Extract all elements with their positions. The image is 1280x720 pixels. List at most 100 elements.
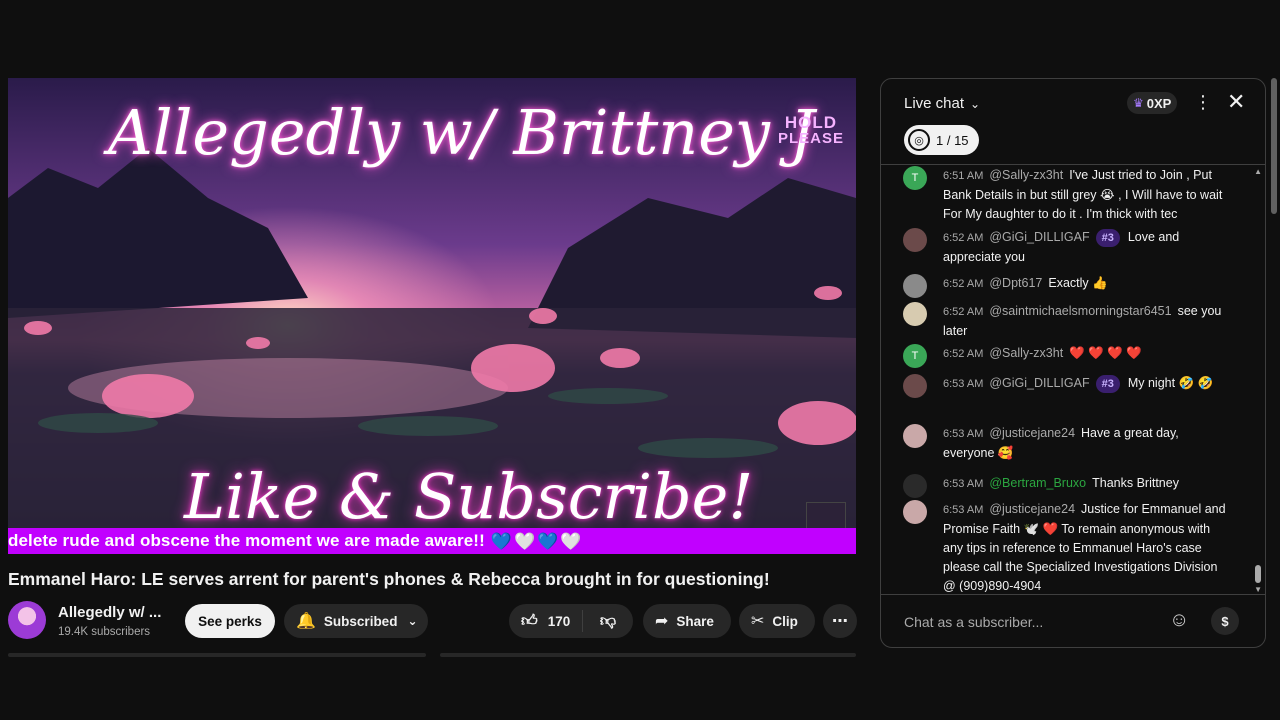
member-badge: #3 — [1095, 375, 1120, 393]
author-name[interactable]: @justicejane24 — [989, 426, 1075, 440]
more-horizontal-icon: ⋯ — [832, 613, 848, 630]
message-text: ❤️ ❤️ ❤️ ❤️ — [1069, 346, 1142, 360]
video-title: Emmanel Haro: LE serves arrent for paren… — [8, 569, 770, 589]
chat-title: Live chat — [904, 95, 965, 112]
author-name[interactable]: @Sally-zx3ht — [989, 168, 1063, 182]
scissors-icon: ✂ — [751, 613, 765, 630]
avatar[interactable] — [903, 302, 927, 326]
super-chat-icon[interactable]: $ — [1211, 607, 1239, 635]
heart-icon: 🤍 — [514, 531, 536, 551]
timestamp: 6:53 AM — [943, 478, 984, 490]
message-text: Justice for Emmanuel and Promise Faith 🕊… — [943, 502, 1226, 592]
chat-message: T 6:52 AM @Sally-zx3ht ❤️ ❤️ ❤️ ❤️ — [903, 344, 1233, 368]
timestamp: 6:52 AM — [943, 348, 984, 360]
author-name[interactable]: @saintmichaelsmorningstar6451 — [989, 304, 1171, 318]
channel-row: Allegedly w/ ... 19.4K subscribers See p… — [8, 601, 858, 641]
subscribed-label: Subscribed — [323, 613, 398, 629]
see-perks-button[interactable]: See perks — [185, 604, 275, 638]
target-icon: ◎ — [908, 129, 930, 151]
message-text: Exactly 👍 — [1048, 276, 1108, 290]
like-button[interactable]: 👍︎ 170 — [509, 610, 583, 632]
avatar[interactable]: T — [903, 166, 927, 190]
avatar[interactable] — [903, 474, 927, 498]
share-label: Share — [676, 613, 714, 629]
author-name[interactable]: @Bertram_Bruxo — [989, 476, 1086, 490]
hold-line-2: PLEASE — [777, 130, 844, 147]
chevron-down-icon: ⌄ — [970, 96, 981, 111]
ticker-hearts: 💙 🤍 💙 🤍 — [491, 533, 582, 550]
chat-message: 6:53 AM @justicejane24 Have a great day, e… — [903, 424, 1233, 463]
ticker-banner: delete rude and obscene the moment we ar… — [8, 528, 856, 554]
bell-icon: 🔔 — [296, 613, 316, 630]
heart-icon: 🤍 — [560, 531, 582, 551]
recommendation-edge — [440, 653, 856, 657]
chat-message: 6:53 AM @GiGi_DILLIGAF #3 My night 🤣 🤣 — [903, 374, 1233, 398]
author-name[interactable]: @Sally-zx3ht — [989, 346, 1063, 360]
avatar[interactable] — [903, 424, 927, 448]
scroll-down-icon[interactable]: ▼ — [1254, 585, 1262, 594]
avatar[interactable] — [903, 374, 927, 398]
timestamp: 6:53 AM — [943, 428, 984, 440]
like-count: 170 — [547, 613, 571, 629]
message-text: My night 🤣 🤣 — [1127, 376, 1214, 390]
crown-icon: ♛ — [1133, 96, 1144, 110]
share-button[interactable]: ➦ Share — [643, 604, 731, 638]
member-badge: #3 — [1095, 229, 1120, 247]
close-icon[interactable]: ✕ — [1227, 89, 1245, 115]
chat-messages: T 6:51 AM @Sally-zx3ht I've Just tried to … — [881, 166, 1265, 592]
avatar[interactable] — [903, 274, 927, 298]
author-name[interactable]: @Dpt617 — [989, 276, 1042, 290]
overlay-title: Allegedly w/ Brittney J — [108, 96, 815, 169]
clip-label: Clip — [772, 613, 798, 629]
timestamp: 6:53 AM — [943, 378, 984, 390]
live-chat-panel: Live chat ⌄ ♛ 0XP ⋮ ✕ ◎ 1 / 15 T 6:51 AM… — [880, 78, 1266, 648]
avatar[interactable] — [903, 500, 927, 524]
chat-message: 6:53 AM @justicejane24 Justice for Emmanue… — [903, 500, 1233, 592]
message-text: I've Just tried to Join , Put Bank Detai… — [943, 168, 1223, 221]
dislike-button[interactable]: 👎︎ — [583, 612, 633, 631]
timestamp: 6:51 AM — [943, 170, 984, 182]
more-actions-button[interactable]: ⋯ — [823, 604, 857, 638]
chat-scrollbar[interactable] — [1255, 175, 1261, 583]
hold-please-badge: HOLD PLEASE — [778, 114, 844, 146]
chat-message: 6:52 AM @Dpt617 Exactly 👍 — [903, 274, 1233, 298]
scroll-thumb[interactable] — [1255, 565, 1261, 583]
author-name[interactable]: @GiGi_DILLIGAF — [989, 230, 1089, 244]
message-text: Thanks Brittney — [1092, 476, 1179, 490]
chevron-down-icon: ⌄ — [407, 614, 418, 628]
video-player[interactable]: Allegedly w/ Brittney J HOLD PLEASE Like… — [8, 78, 856, 554]
page-scroll-thumb[interactable] — [1271, 78, 1277, 214]
author-name[interactable]: @justicejane24 — [989, 502, 1075, 516]
thumbs-down-icon: 👎︎ — [599, 612, 617, 630]
chat-message: 6:53 AM @Bertram_Bruxo Thanks Brittney — [903, 474, 1233, 498]
poll-progress: 1 / 15 — [936, 132, 969, 148]
avatar[interactable]: T — [903, 344, 927, 368]
xp-value: 0XP — [1146, 95, 1172, 111]
clip-button[interactable]: ✂ Clip — [739, 604, 815, 638]
channel-name[interactable]: Allegedly w/ ... — [58, 604, 161, 621]
chat-input[interactable] — [904, 608, 1198, 636]
ticker-text: delete rude and obscene the moment we ar… — [8, 531, 485, 550]
timestamp: 6:52 AM — [943, 278, 984, 290]
chat-header: Live chat ⌄ ♛ 0XP ⋮ ✕ ◎ 1 / 15 — [881, 79, 1265, 165]
page-scrollbar[interactable] — [1268, 0, 1280, 720]
subscriber-count: 19.4K subscribers — [58, 626, 151, 638]
like-subscribe-overlay: Like & Subscribe! — [184, 460, 754, 533]
chat-message: T 6:51 AM @Sally-zx3ht I've Just tried to … — [903, 166, 1233, 224]
chat-mode-dropdown[interactable]: Live chat ⌄ — [904, 95, 980, 112]
avatar[interactable] — [903, 228, 927, 252]
description-box-edge — [8, 653, 426, 657]
channel-avatar[interactable] — [8, 601, 46, 639]
poll-progress-pill[interactable]: ◎ 1 / 15 — [904, 125, 979, 155]
chat-input-bar: ☺ $ — [881, 594, 1265, 647]
heart-icon: 💙 — [537, 531, 559, 551]
timestamp: 6:52 AM — [943, 306, 984, 318]
more-vertical-icon[interactable]: ⋮ — [1194, 92, 1212, 113]
subscribed-button[interactable]: 🔔 Subscribed ⌄ — [284, 604, 428, 638]
author-name[interactable]: @GiGi_DILLIGAF — [989, 376, 1089, 390]
timestamp: 6:53 AM — [943, 504, 984, 516]
xp-badge[interactable]: ♛ 0XP — [1127, 92, 1178, 114]
emoji-icon[interactable]: ☺ — [1169, 609, 1189, 632]
chat-message: 6:52 AM @GiGi_DILLIGAF #3 Love and apprecia… — [903, 228, 1233, 267]
chat-message: 6:52 AM @saintmichaelsmorningstar6451 see … — [903, 302, 1233, 341]
